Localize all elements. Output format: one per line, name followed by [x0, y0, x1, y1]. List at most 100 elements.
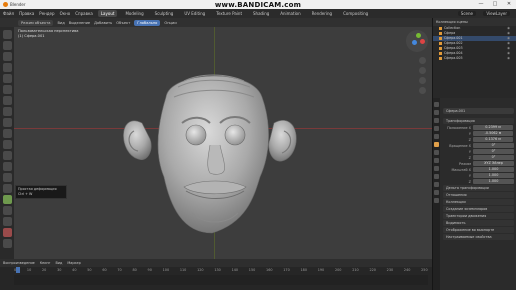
frame-tick-label: 210 — [352, 268, 359, 272]
viewport-header: Режим объекта Вид Выделение Добавить Объ… — [0, 18, 432, 27]
keyframe-track[interactable] — [14, 275, 428, 285]
physics-tab-icon[interactable] — [434, 166, 439, 171]
keying-menu[interactable]: Кеинг — [40, 261, 51, 265]
custom-properties-section[interactable]: Настраиваемые свойства — [443, 234, 514, 240]
rotation-y-field[interactable]: Y 0° — [443, 149, 514, 154]
sculpt-inflate-tool-icon[interactable] — [2, 85, 12, 94]
box-mask-tool-icon[interactable] — [2, 239, 12, 248]
rotation-mode-select[interactable]: Режим XYZ Эйлер — [443, 161, 514, 166]
render-tab-icon[interactable] — [434, 110, 439, 115]
sculpt-pinch-tool-icon[interactable] — [2, 162, 12, 171]
mask-tool-icon[interactable] — [2, 228, 12, 237]
menu-edit[interactable]: Правка — [19, 11, 34, 16]
view-menu[interactable]: Вид — [57, 21, 64, 25]
zoom-icon[interactable] — [419, 57, 426, 64]
rotation-x-field[interactable]: Вращение X 0° — [443, 143, 514, 148]
sculpt-grab-tool-icon[interactable] — [2, 173, 12, 182]
camera-view-icon[interactable] — [419, 77, 426, 84]
frame-tick-label: 20 — [42, 268, 47, 272]
sculpt-clay-tool-icon[interactable] — [2, 52, 12, 61]
pan-hand-icon[interactable] — [419, 67, 426, 74]
workspace-tab-layout[interactable]: Layout — [97, 10, 118, 17]
sculpt-blob-tool-icon[interactable] — [2, 96, 12, 105]
scale-y-field[interactable]: Y 1.000 — [443, 173, 514, 178]
sculpt-scrape-tool-icon[interactable] — [2, 151, 12, 160]
object-name-field[interactable]: Сфера.001 — [443, 108, 514, 114]
scale-x-field[interactable]: Масштаб X 1.000 — [443, 167, 514, 172]
close-button[interactable]: ✕ — [502, 0, 516, 9]
minimize-button[interactable]: — — [474, 0, 488, 9]
timeline-view-menu[interactable]: Вид — [55, 261, 62, 265]
rotation-z-field[interactable]: Z 0° — [443, 155, 514, 160]
menu-window[interactable]: Окно — [60, 11, 71, 16]
sculpt-layer-tool-icon[interactable] — [2, 74, 12, 83]
transform-orientation-selector[interactable]: Глобально — [134, 19, 161, 26]
data-tab-icon[interactable] — [434, 182, 439, 187]
sculpt-slide-relax-tool-icon[interactable] — [2, 217, 12, 226]
workspace-tab-texture-paint[interactable]: Texture Paint — [213, 10, 245, 17]
perspective-toggle-icon[interactable] — [419, 87, 426, 94]
frame-tick-label: 250 — [421, 268, 428, 272]
collections-section[interactable]: Коллекции — [443, 199, 514, 205]
instancing-section[interactable]: Создание экземпляров — [443, 206, 514, 212]
workspace-tab-compositing[interactable]: Compositing — [340, 10, 371, 17]
sculpt-crease-tool-icon[interactable] — [2, 107, 12, 116]
transform-section[interactable]: Трансформация — [443, 118, 514, 124]
modifier-tab-icon[interactable] — [434, 150, 439, 155]
workspace-tab-rendering[interactable]: Rendering — [309, 10, 335, 17]
playback-menu[interactable]: Воспроизведение — [3, 261, 35, 265]
outliner-row[interactable]: Сфера.005 ◉ — [433, 56, 516, 61]
scene-tab-icon[interactable] — [434, 126, 439, 131]
particles-tab-icon[interactable] — [434, 158, 439, 163]
add-menu[interactable]: Добавить — [94, 21, 112, 25]
viewport-display-section[interactable]: Отображение во вьюпорте — [443, 227, 514, 233]
texture-tab-icon[interactable] — [434, 198, 439, 203]
object-menu[interactable]: Объект — [116, 21, 130, 25]
sculpt-smooth-tool-icon[interactable] — [2, 118, 12, 127]
workspace-tab-uv-editing[interactable]: UV Editing — [181, 10, 208, 17]
sculpt-rotate-tool-icon[interactable] — [2, 206, 12, 215]
visibility-section[interactable]: Видимость — [443, 220, 514, 226]
relations-section[interactable]: Отношения — [443, 192, 514, 198]
location-z-field[interactable]: Z 0.1376 м — [443, 137, 514, 142]
output-tab-icon[interactable] — [434, 118, 439, 123]
3d-viewport[interactable]: Пользовательская перспектива (1) Сферa.0… — [14, 27, 432, 259]
scene-selector[interactable]: Scene — [457, 11, 476, 16]
gizmo-z-axis-icon[interactable] — [412, 40, 417, 45]
workspace-tab-modeling[interactable]: Modeling — [122, 10, 146, 17]
sculpt-flatten-tool-icon[interactable] — [2, 129, 12, 138]
menu-file[interactable]: Файл — [3, 11, 14, 16]
workspace-tab-animation[interactable]: Animation — [277, 10, 303, 17]
sculpt-clay-strips-tool-icon[interactable] — [2, 63, 12, 72]
constraints-tab-icon[interactable] — [434, 174, 439, 179]
location-x-field[interactable]: Положение X 0.2399 м — [443, 125, 514, 130]
maximize-button[interactable]: □ — [488, 0, 502, 9]
object-tab-icon[interactable] — [434, 142, 439, 147]
eye-icon[interactable]: ◉ — [507, 56, 510, 61]
material-tab-icon[interactable] — [434, 190, 439, 195]
workspace-tab-shading[interactable]: Shading — [250, 10, 272, 17]
gizmo-x-axis-icon[interactable] — [420, 39, 425, 44]
view-layer-selector[interactable]: ViewLayer — [483, 11, 510, 16]
navigation-gizmo[interactable] — [406, 30, 428, 52]
menu-render[interactable]: Рендер — [39, 11, 54, 16]
sculpt-draw-tool-icon[interactable] — [2, 30, 12, 39]
scale-z-field[interactable]: Z 1.000 — [443, 179, 514, 184]
world-tab-icon[interactable] — [434, 134, 439, 139]
sculpt-draw-sharp-tool-icon[interactable] — [2, 41, 12, 50]
simple-deform-tool-icon[interactable] — [2, 195, 12, 204]
sculpt-snake-hook-tool-icon[interactable] — [2, 184, 12, 193]
motion-paths-section[interactable]: Траектории движения — [443, 213, 514, 219]
frame-tick-label: 30 — [57, 268, 62, 272]
workspace-tab-sculpting[interactable]: Sculpting — [152, 10, 177, 17]
marker-menu[interactable]: Маркер — [67, 261, 80, 265]
menu-help[interactable]: Справка — [75, 11, 93, 16]
gizmo-y-axis-icon[interactable] — [416, 33, 421, 38]
mode-selector[interactable]: Режим объекта — [18, 19, 54, 26]
tool-tab-icon[interactable] — [434, 102, 439, 107]
sculpt-fill-tool-icon[interactable] — [2, 140, 12, 149]
select-menu[interactable]: Выделение — [69, 21, 90, 25]
options-menu[interactable]: Опции — [164, 21, 176, 25]
delta-transform-section[interactable]: Дельта трансформации — [443, 185, 514, 191]
location-y-field[interactable]: Y -0.5062 м — [443, 131, 514, 136]
